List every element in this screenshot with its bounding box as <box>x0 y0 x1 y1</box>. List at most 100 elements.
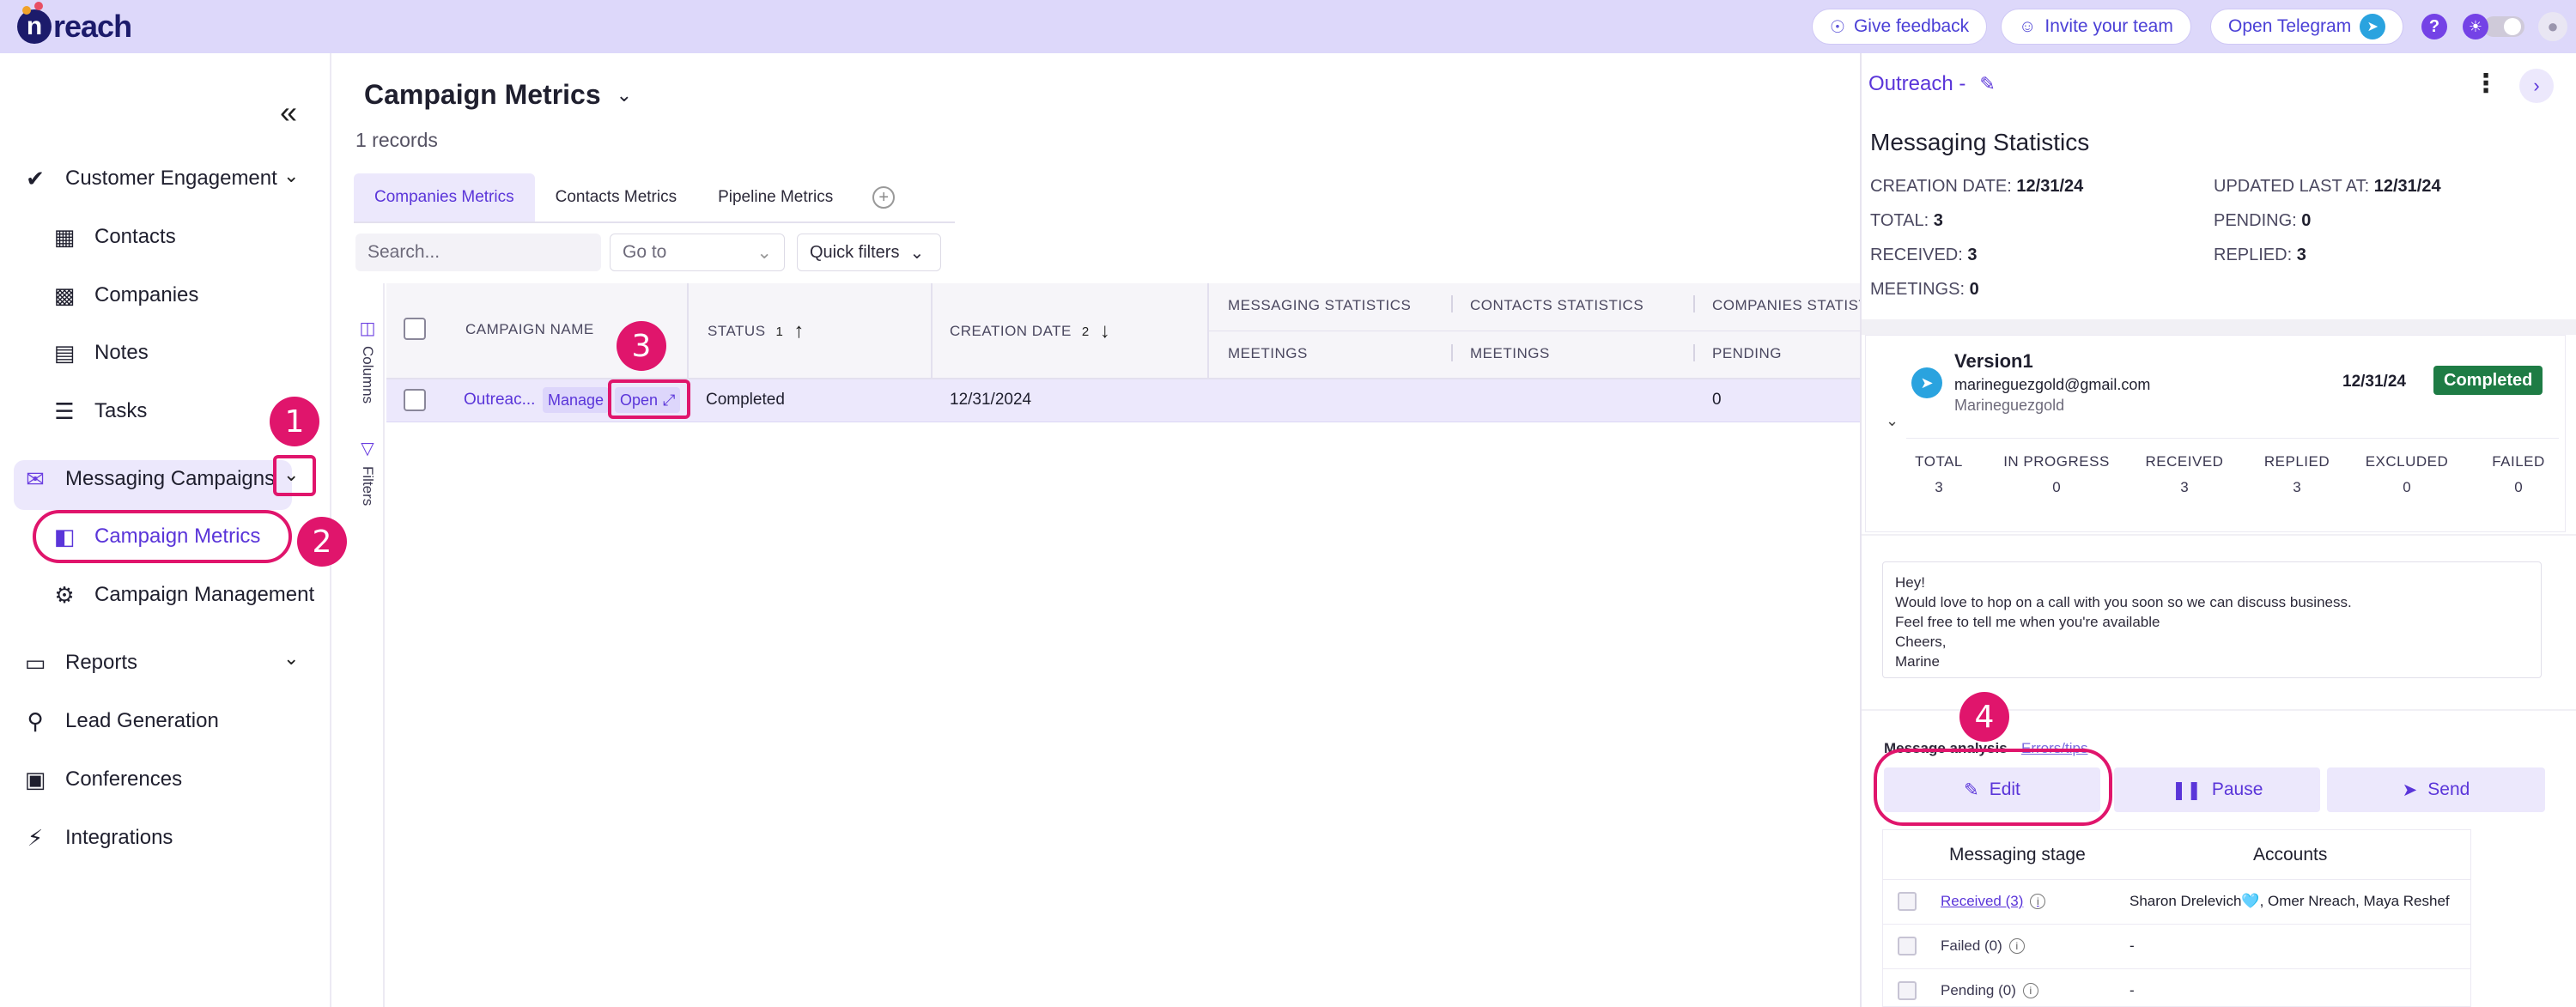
column-status[interactable]: STATUS 1 ↑ <box>708 319 805 343</box>
logo-text: reach <box>53 9 132 44</box>
message-line: Feel free to tell me when you're availab… <box>1895 614 2160 630</box>
column-meetings-contacts[interactable]: MEETINGS <box>1470 345 1550 362</box>
invite-team-button[interactable]: ☺ Invite your team <box>2001 9 2191 45</box>
pause-button[interactable]: ❚❚ Pause <box>2114 767 2320 812</box>
column-accounts: Accounts <box>2253 845 2328 864</box>
select-all-checkbox[interactable] <box>404 318 426 340</box>
sidebar-item-conferences[interactable]: ▣ Conferences <box>22 758 182 801</box>
user-avatar-icon[interactable]: ● <box>2538 12 2567 41</box>
filter-icon: ▽ <box>361 440 374 458</box>
send-button[interactable]: ➤ Send <box>2327 767 2545 812</box>
stage-accounts: - <box>2129 982 2135 998</box>
tab-companies-metrics[interactable]: Companies Metrics <box>354 173 535 221</box>
give-feedback-button[interactable]: ☉ Give feedback <box>1812 9 1988 45</box>
reports-chevron-icon[interactable]: ⌄ <box>283 647 299 670</box>
filters-toggle[interactable]: ▽ Filters <box>359 438 376 506</box>
column-campaign-name[interactable]: CAMPAIGN NAME <box>465 321 594 338</box>
tab-pipeline-metrics[interactable]: Pipeline Metrics <box>697 173 854 221</box>
stat-meetings: MEETINGS: 0 <box>1870 280 1979 300</box>
column-divider <box>931 283 933 379</box>
sidebar-item-lead-generation[interactable]: ⚲ Lead Generation <box>22 700 219 743</box>
manage-button[interactable]: Manage <box>543 387 610 413</box>
column-companies-statistics[interactable]: COMPANIES STATIST <box>1712 297 1868 314</box>
search-input[interactable]: Search... <box>355 234 601 271</box>
sidebar-item-label: Tasks <box>94 399 148 422</box>
column-creation-date[interactable]: CREATION DATE 2 ↓ <box>950 319 1110 343</box>
chevron-down-icon[interactable]: ⌄ <box>283 165 299 187</box>
campaign-name-link[interactable]: Outreac... <box>464 391 535 409</box>
quick-filters-button[interactable]: Quick filters ⌄ <box>797 234 941 271</box>
expand-chevron-icon[interactable]: ⌄ <box>1886 412 1899 430</box>
sidebar-item-label: Lead Generation <box>65 709 219 732</box>
sidebar-item-contacts[interactable]: ▦ Contacts <box>52 215 176 258</box>
badge-icon: ▣ <box>24 766 46 792</box>
stage-checkbox[interactable] <box>1898 981 1917 1000</box>
feedback-icon: ☉ <box>1830 17 1845 37</box>
open-telegram-button[interactable]: Open Telegram ➤ <box>2210 9 2404 45</box>
message-line: Cheers, <box>1895 634 1947 650</box>
filters-label: Filters <box>360 466 376 507</box>
sidebar-item-label: Reports <box>65 651 138 674</box>
sidebar-item-tasks[interactable]: ☰ Tasks <box>52 390 147 433</box>
chevron-right-icon[interactable]: › <box>2519 69 2554 103</box>
sun-icon[interactable]: ☀ <box>2463 14 2488 39</box>
column-companies-statistics-label: COMPANIES STATIST <box>1712 297 1868 313</box>
message-line: Would love to hop on a call with you soo… <box>1895 594 2352 610</box>
tab-contacts-metrics[interactable]: Contacts Metrics <box>535 173 697 221</box>
check-circle-icon: ✔ <box>26 165 45 191</box>
column-pending-companies[interactable]: PENDING <box>1712 345 1782 362</box>
stat-value: 3 <box>1933 211 1943 230</box>
app-logo[interactable]: n reach <box>17 2 132 46</box>
sidebar-item-campaign-management[interactable]: ⚙ Campaign Management <box>52 573 314 616</box>
sidebar-item-companies[interactable]: ▩ Companies <box>52 274 199 317</box>
add-user-icon: ☺ <box>2019 16 2037 36</box>
stage-checkbox[interactable] <box>1898 892 1917 911</box>
sort-ascending-icon[interactable]: ↑ <box>793 319 805 343</box>
stat-updated-last-at: UPDATED LAST AT: 12/31/24 <box>2214 177 2441 197</box>
sidebar-item-integrations[interactable]: ⚡ Integrations <box>22 816 173 859</box>
vstat-replied-value: 3 <box>2293 479 2301 495</box>
column-messaging-statistics[interactable]: MESSAGING STATISTICS <box>1228 297 1411 314</box>
sidebar-item-messaging-campaigns[interactable]: ✉ Messaging Campaigns <box>22 458 275 500</box>
stage-received-link[interactable]: Received (3) i <box>1941 893 2046 910</box>
sort-descending-icon[interactable]: ↓ <box>1100 319 1111 343</box>
column-contacts-statistics-label: CONTACTS STATISTICS <box>1470 297 1644 313</box>
message-preview[interactable]: Hey! Would love to hop on a call with yo… <box>1882 561 2542 678</box>
column-contacts-statistics[interactable]: CONTACTS STATISTICS <box>1470 297 1643 314</box>
columns-toggle[interactable]: ◫ Columns <box>359 318 376 403</box>
collapse-sidebar-icon[interactable]: « <box>280 94 297 130</box>
sidebar-item-reports[interactable]: ▭ Reports <box>22 641 137 684</box>
vstat-total-label: TOTAL <box>1915 453 1963 470</box>
sidebar-item-notes[interactable]: ▤ Notes <box>52 331 149 374</box>
sidebar-item-label: Contacts <box>94 225 176 248</box>
status-badge: Completed <box>2433 366 2543 395</box>
pending-cell: 0 <box>1712 391 1722 409</box>
stat-value: 0 <box>2301 211 2312 230</box>
page-title[interactable]: Campaign Metrics ⌄ <box>364 79 632 111</box>
stat-value: 12/31/24 <box>2373 177 2441 196</box>
stage-pending: Pending (0) i <box>1941 982 2038 999</box>
give-feedback-label: Give feedback <box>1853 16 1970 36</box>
column-messaging-statistics-label: MESSAGING STATISTICS <box>1228 297 1412 313</box>
message-line: Marine <box>1895 653 1940 670</box>
sidebar-item-label: Customer Engagement <box>65 167 277 190</box>
stat-value: 0 <box>1969 280 1979 299</box>
vstat-excluded-value: 0 <box>2403 479 2411 495</box>
goto-select[interactable]: Go to ⌄ <box>610 234 785 271</box>
help-icon[interactable]: ? <box>2421 14 2447 39</box>
pencil-icon[interactable]: ✎ <box>1979 73 1995 95</box>
building-icon: ▩ <box>53 282 76 308</box>
add-tab-icon[interactable]: + <box>872 186 896 209</box>
pending-label: PENDING <box>1712 345 1782 361</box>
meetings-label: MEETINGS <box>1228 345 1308 361</box>
column-meetings-messaging[interactable]: MEETINGS <box>1228 345 1308 362</box>
stage-checkbox[interactable] <box>1898 937 1917 955</box>
more-options-icon[interactable]: ⋮ <box>2473 69 2499 99</box>
row-checkbox[interactable] <box>404 389 426 411</box>
send-icon: ➤ <box>2402 780 2418 800</box>
logo-mark: n <box>17 2 52 44</box>
theme-toggle[interactable] <box>2483 16 2524 37</box>
info-icon: i <box>2030 894 2046 909</box>
sidebar-item-customer-engagement[interactable]: ✔ Customer Engagement <box>22 157 277 200</box>
vstat-total-value: 3 <box>1935 479 1943 495</box>
